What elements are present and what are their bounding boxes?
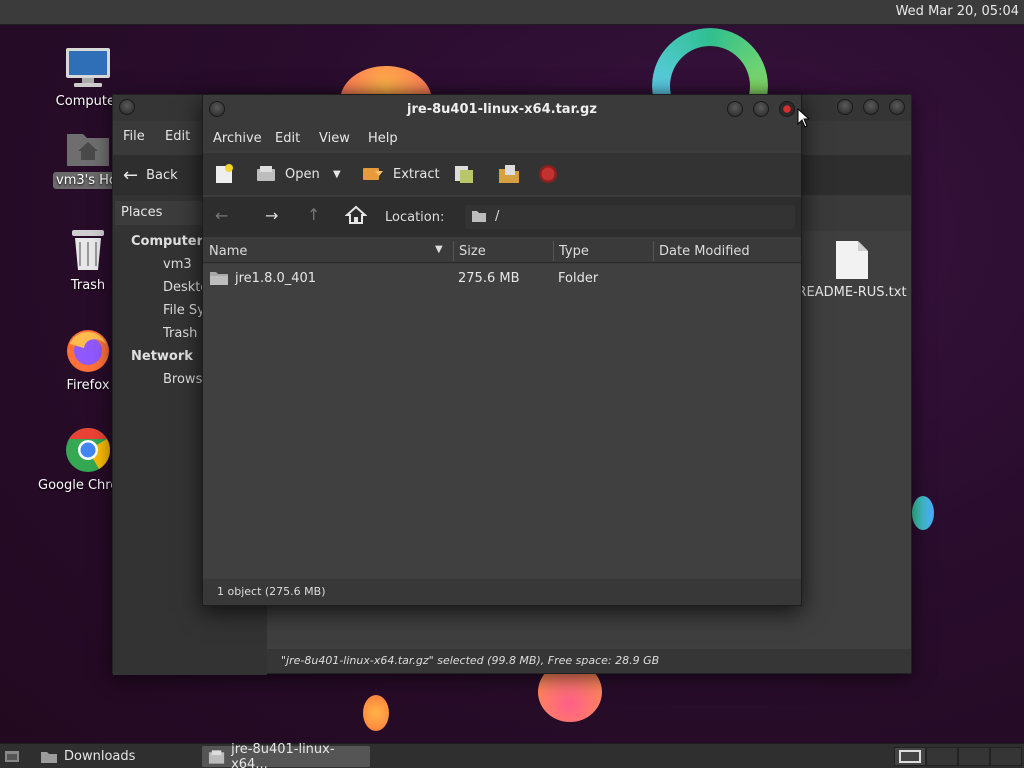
home-folder-icon: [65, 128, 111, 168]
menu-edit[interactable]: Edit: [275, 131, 300, 146]
table-row[interactable]: jre1.8.0_401 275.6 MB Folder: [203, 266, 801, 292]
nav-up-icon[interactable]: ↑: [307, 205, 320, 224]
location-bar: ← → ↑ Location: /: [203, 197, 801, 237]
sort-descending-icon: ▼: [435, 244, 443, 255]
open-archive-icon: [257, 166, 275, 181]
stop-icon: [539, 165, 557, 183]
wallpaper-blob: [363, 695, 389, 731]
file-item-readme[interactable]: README-RUS.txt: [797, 239, 907, 300]
workspace-1[interactable]: [894, 747, 926, 766]
archive-status: 1 object (275.6 MB): [203, 579, 801, 605]
sidebar-header-computer: Computer: [131, 234, 204, 249]
desktop: Wed Mar 20, 05:04 Computer vm3's Home Tr…: [0, 0, 1024, 768]
menu-archive[interactable]: Archive: [213, 131, 262, 146]
computer-icon: [64, 46, 112, 90]
column-type[interactable]: Type: [559, 244, 589, 259]
menu-view[interactable]: View: [319, 131, 350, 146]
taskbar-item-downloads[interactable]: Downloads: [34, 746, 141, 767]
new-archive-icon: [216, 164, 233, 183]
workspace-switcher[interactable]: [894, 747, 1024, 766]
column-date-modified[interactable]: Date Modified: [659, 244, 750, 259]
file-list: jre1.8.0_401 275.6 MB Folder: [203, 264, 801, 578]
archive-menubar: Archive Edit View Help: [203, 125, 801, 151]
new-archive-button[interactable]: [213, 162, 235, 186]
folder-icon: [209, 270, 229, 290]
workspace-4[interactable]: [990, 747, 1022, 766]
back-button[interactable]: ← Back: [123, 163, 178, 187]
text-file-icon: [836, 241, 868, 279]
nav-forward-icon[interactable]: →: [265, 206, 278, 225]
column-separator: [553, 241, 554, 261]
open-dropdown-button[interactable]: ▼: [333, 162, 341, 186]
taskbar: Downloads jre-8u401-linux-x64...: [0, 742, 1024, 768]
stop-button[interactable]: [537, 162, 559, 186]
close-button[interactable]: [889, 99, 905, 115]
location-path: /: [495, 209, 500, 224]
archive-toolbar: Open ▼ Extract: [203, 153, 801, 195]
sidebar-item-vm3[interactable]: vm3: [163, 257, 192, 272]
archive-icon: [208, 749, 225, 764]
folder-icon: [471, 209, 487, 227]
back-arrow-icon: ←: [123, 164, 139, 186]
window-thumbnail-icon: [899, 750, 921, 763]
column-separator: [653, 241, 654, 261]
nav-back-icon[interactable]: ←: [215, 206, 228, 225]
location-field[interactable]: /: [465, 205, 795, 229]
maximize-button[interactable]: [753, 101, 769, 117]
close-button[interactable]: [779, 101, 795, 117]
row-size: 275.6 MB: [458, 271, 520, 286]
column-size[interactable]: Size: [459, 244, 486, 259]
archive-titlebar[interactable]: jre-8u401-linux-x64.tar.gz: [203, 95, 801, 125]
row-name: jre1.8.0_401: [235, 271, 317, 286]
add-folder-icon: [499, 165, 519, 183]
extract-button[interactable]: Extract: [361, 162, 440, 186]
menu-file[interactable]: File: [123, 129, 145, 144]
column-separator: [453, 241, 454, 261]
folder-icon: [41, 751, 57, 763]
location-label: Location:: [385, 210, 445, 225]
file-list-header: Name ▼ Size Type Date Modified: [203, 239, 801, 263]
top-panel: Wed Mar 20, 05:04: [0, 0, 1024, 25]
extract-icon: [363, 168, 383, 180]
maximize-button[interactable]: [863, 99, 879, 115]
file-item-label: README-RUS.txt: [797, 285, 907, 300]
window-title: jre-8u401-linux-x64.tar.gz: [407, 102, 597, 117]
archive-manager-window: jre-8u401-linux-x64.tar.gz Archive Edit …: [202, 94, 802, 606]
taskbar-item-archive[interactable]: jre-8u401-linux-x64...: [202, 742, 370, 768]
clock[interactable]: Wed Mar 20, 05:04: [896, 4, 1019, 19]
add-files-icon: [455, 166, 473, 183]
trash-icon: [68, 226, 108, 274]
sidebar-item-trash[interactable]: Trash: [163, 326, 197, 341]
sidebar-header-network: Network: [131, 349, 193, 364]
row-type: Folder: [558, 271, 599, 286]
add-files-button[interactable]: [453, 162, 477, 186]
file-manager-status: "jre-8u401-linux-x64.tar.gz" selected (9…: [267, 649, 911, 673]
add-folder-button[interactable]: [497, 162, 521, 186]
chrome-icon: [64, 426, 112, 474]
dropdown-arrow-icon: ▼: [333, 168, 341, 180]
minimize-button[interactable]: [727, 101, 743, 117]
show-desktop-icon[interactable]: [4, 749, 20, 767]
mouse-cursor-icon: [797, 107, 811, 132]
column-name[interactable]: Name: [209, 244, 247, 259]
wallpaper-blob: [912, 496, 934, 530]
menu-help[interactable]: Help: [368, 131, 398, 146]
minimize-button[interactable]: [837, 99, 853, 115]
window-menu-button[interactable]: [119, 99, 135, 115]
open-button[interactable]: Open: [255, 162, 320, 186]
home-icon[interactable]: [344, 204, 368, 230]
firefox-icon: [64, 326, 112, 374]
workspace-3[interactable]: [958, 747, 990, 766]
menu-edit[interactable]: Edit: [165, 129, 190, 144]
workspace-2[interactable]: [926, 747, 958, 766]
